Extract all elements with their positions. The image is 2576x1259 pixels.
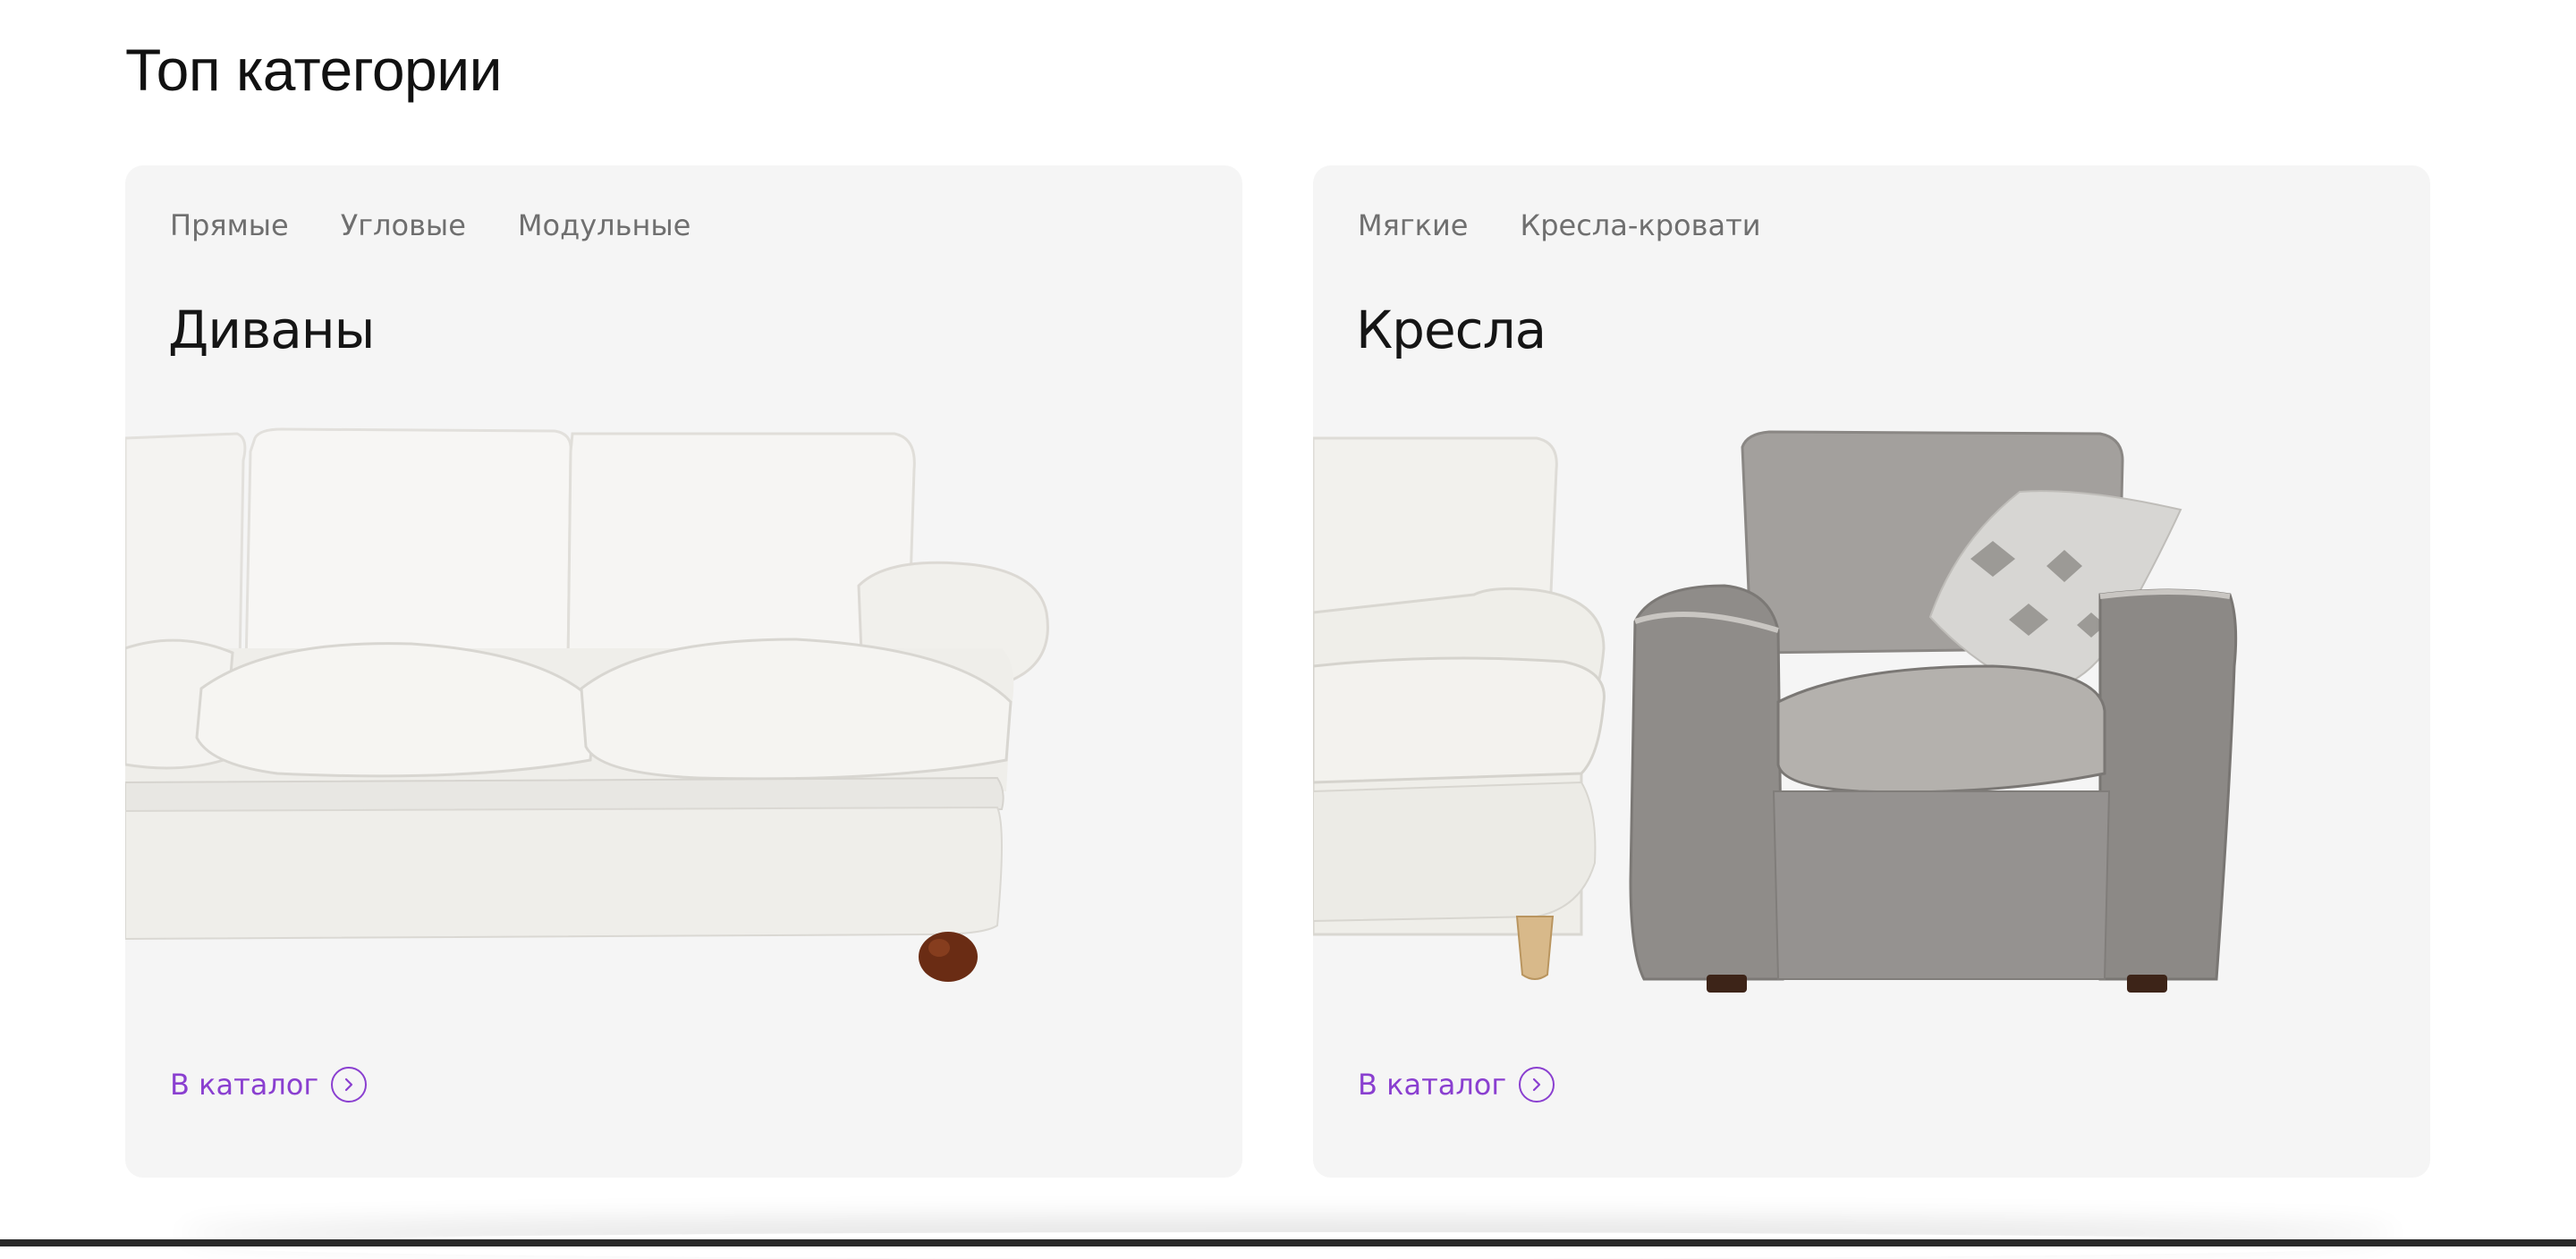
category-card-sofas[interactable]: Прямые Угловые Модульные Диваны В катало…	[125, 165, 1242, 1178]
card-title-armchairs: Кресла	[1356, 300, 1546, 360]
sofa-subcategories: Прямые Угловые Модульные	[170, 208, 691, 242]
catalog-link-label: В каталог	[170, 1068, 319, 1102]
chevron-right-circle-icon	[331, 1067, 368, 1103]
subcategory-corner[interactable]: Угловые	[341, 208, 466, 242]
armchair-subcategories: Мягкие Кресла-кровати	[1358, 208, 1761, 242]
card-title-sofas: Диваны	[168, 300, 375, 360]
catalog-link-armchairs[interactable]: В каталог	[1358, 1067, 1555, 1103]
section-title: Топ категории	[125, 37, 503, 103]
subcategory-soft[interactable]: Мягкие	[1358, 208, 1468, 242]
subcategory-modular[interactable]: Модульные	[518, 208, 691, 242]
catalog-link-sofas[interactable]: В каталог	[170, 1067, 368, 1103]
category-card-armchairs[interactable]: Мягкие Кресла-кровати Кресла В каталог	[1313, 165, 2430, 1178]
subcategory-straight[interactable]: Прямые	[170, 208, 289, 242]
bottom-edge	[0, 1239, 2576, 1246]
subcategory-chair-beds[interactable]: Кресла-кровати	[1520, 208, 1760, 242]
catalog-link-label: В каталог	[1358, 1068, 1507, 1102]
chevron-right-circle-icon	[1519, 1067, 1555, 1103]
